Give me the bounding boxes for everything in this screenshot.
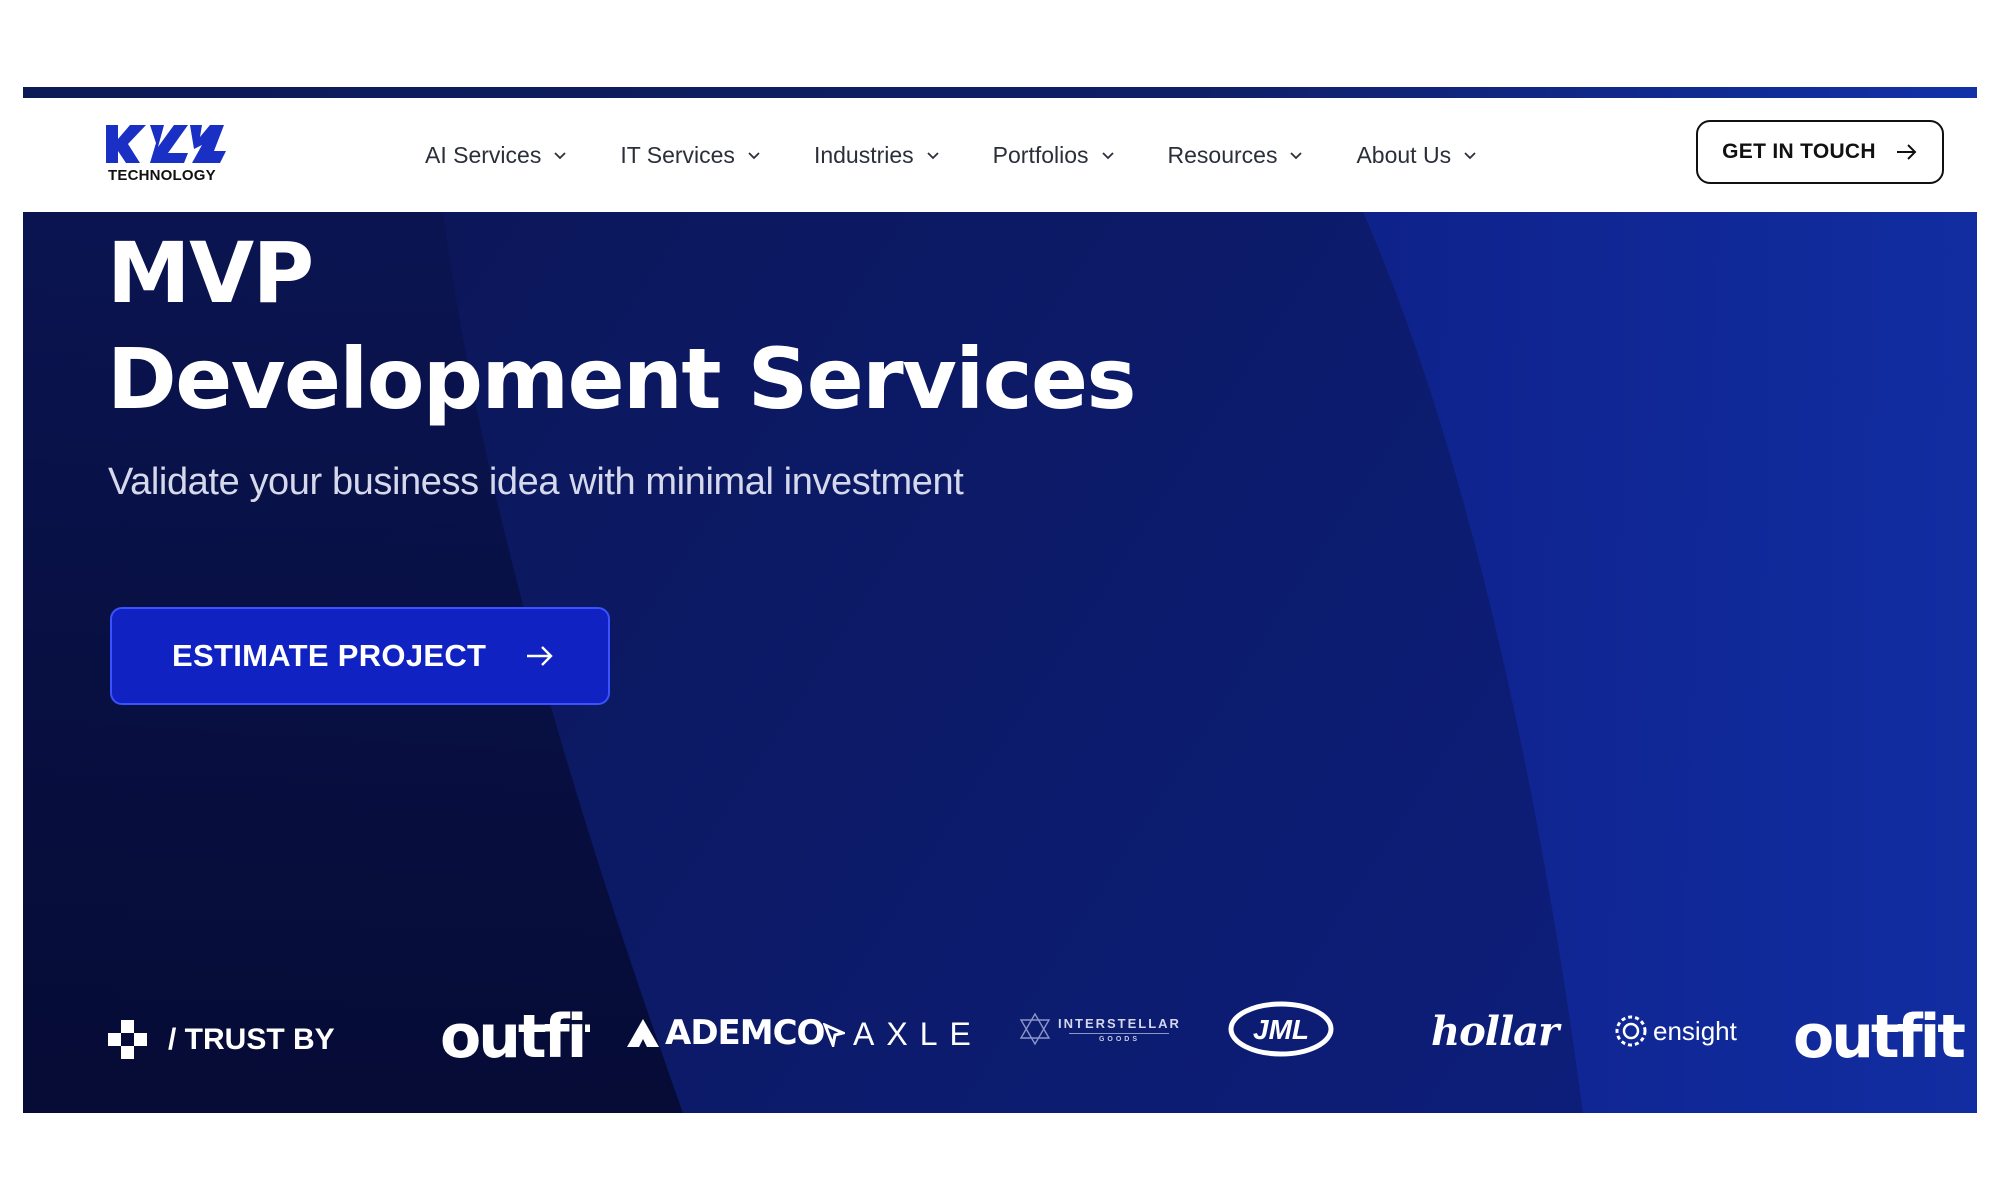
page-frame: TECHNOLOGY AI Services IT Services Indus…	[23, 87, 1977, 1113]
brand-logo[interactable]: TECHNOLOGY	[106, 123, 236, 184]
nav-label: AI Services	[425, 141, 542, 168]
estimate-project-label: ESTIMATE PROJECT	[172, 638, 487, 673]
client-logo-hollar: hollar	[1431, 1008, 1559, 1055]
ademco-mark-icon	[627, 1019, 659, 1047]
main-nav: AI Services IT Services Industries Portf…	[425, 98, 1530, 212]
nav-label: Portfolios	[992, 141, 1089, 168]
logo-mark-icon	[106, 125, 226, 163]
nav-ai-services[interactable]: AI Services	[425, 142, 567, 169]
hero-title-line2: Development Services	[107, 330, 1136, 428]
goods-text: GOODS	[1098, 1035, 1140, 1043]
nav-about-us[interactable]: About Us	[1356, 142, 1477, 169]
hero-title-line1: MVP	[107, 224, 314, 322]
client-logo-strip: outfit ADEMCO AXLE INTERSTELLAR GOODS	[23, 982, 1977, 1072]
nav-portfolios[interactable]: Portfolios	[993, 142, 1115, 169]
svg-text:JML: JML	[1253, 1014, 1309, 1045]
client-logo-ademco: ADEMCO	[625, 1013, 825, 1053]
estimate-project-button[interactable]: ESTIMATE PROJECT	[110, 607, 610, 705]
star-of-david-icon	[1019, 1012, 1051, 1046]
nav-industries[interactable]: Industries	[814, 142, 940, 169]
arrow-right-icon	[527, 646, 553, 666]
top-accent-bar	[23, 87, 1977, 98]
chevron-down-icon	[927, 152, 939, 160]
chevron-down-icon	[1101, 152, 1114, 160]
jml-oval-icon: JML	[1228, 1001, 1334, 1057]
hero-subtitle: Validate your business idea with minimal…	[108, 461, 964, 503]
get-in-touch-label: GET IN TOUCH	[1722, 140, 1876, 163]
arrow-right-icon	[1896, 144, 1917, 160]
site-header: TECHNOLOGY AI Services IT Services Indus…	[23, 98, 1977, 212]
chevron-down-icon	[748, 152, 760, 160]
client-logo-ensight: ensight	[1613, 1013, 1737, 1049]
nav-label: Industries	[813, 141, 914, 168]
axle-mark-icon	[823, 1022, 845, 1047]
logo-wordmark: TECHNOLOGY	[108, 167, 216, 184]
ensight-mark-icon	[1615, 1015, 1647, 1047]
client-logo-axle: AXLE	[823, 1016, 983, 1053]
nav-label: IT Services	[620, 141, 735, 168]
client-logo-outfit: outfit	[440, 1002, 590, 1072]
client-logo-outfit-2: outfit	[1793, 1002, 1966, 1072]
interstellar-text: INTERSTELLAR	[1058, 1015, 1181, 1031]
client-logo-interstellar: INTERSTELLAR GOODS	[1018, 1012, 1181, 1046]
nav-label: About Us	[1356, 141, 1452, 168]
hero-section: MVP Development Services Validate your b…	[23, 212, 1977, 1113]
chevron-down-icon	[1290, 152, 1303, 160]
get-in-touch-button[interactable]: GET IN TOUCH	[1696, 120, 1944, 184]
client-logo-jml: JML	[1228, 1000, 1334, 1058]
nav-resources[interactable]: Resources	[1168, 142, 1304, 169]
chevron-down-icon	[554, 152, 566, 160]
nav-label: Resources	[1167, 141, 1278, 168]
nav-it-services[interactable]: IT Services	[620, 142, 761, 169]
chevron-down-icon	[1464, 152, 1476, 160]
